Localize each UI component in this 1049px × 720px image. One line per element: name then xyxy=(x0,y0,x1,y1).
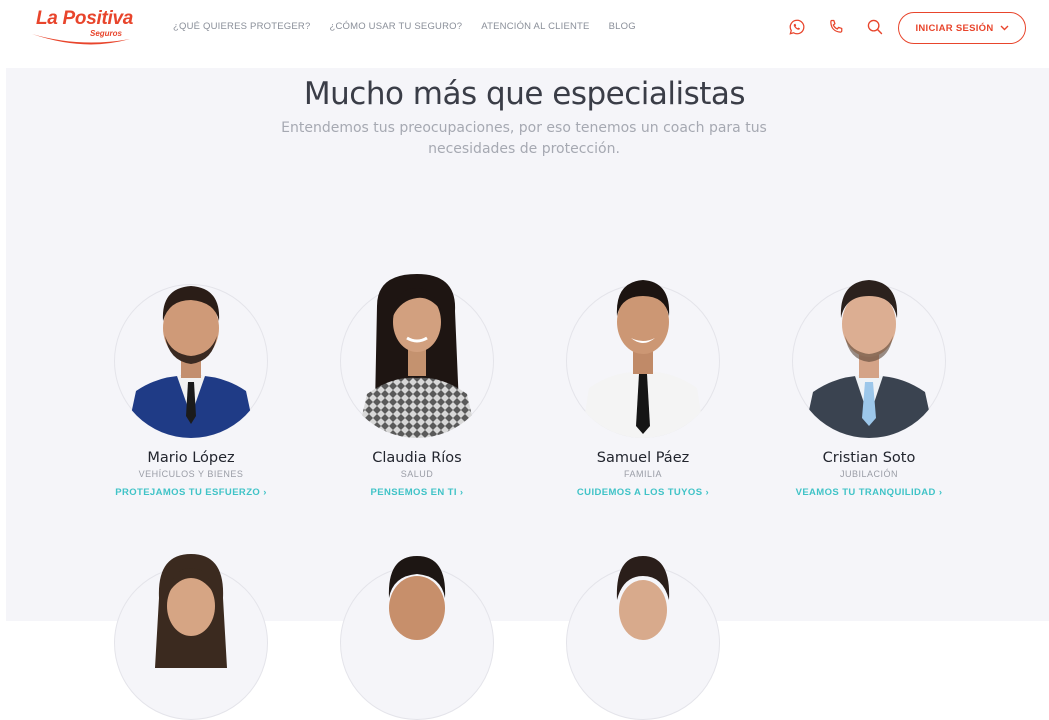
logo-swoosh-icon xyxy=(32,34,130,45)
coach-link[interactable]: PROTEJAMOS TU ESFUERZO › xyxy=(91,487,291,498)
chevron-down-icon xyxy=(1000,25,1009,31)
phone-icon[interactable] xyxy=(827,18,845,36)
coach-avatar xyxy=(111,266,271,438)
section-subtitle: Entendemos tus preocupaciones, por eso t… xyxy=(281,120,767,157)
nav-item-blog[interactable]: BLOG xyxy=(609,21,636,32)
coach-name: Mario López xyxy=(147,450,235,466)
coach-area: SALUD xyxy=(400,469,434,479)
coach-link[interactable]: CUIDEMOS A LOS TUYOS › xyxy=(543,487,743,498)
coach-avatar xyxy=(337,266,497,438)
brand-logo-subtext: Seguros xyxy=(90,29,123,38)
coach-link[interactable]: VEAMOS TU TRANQUILIDAD › xyxy=(769,487,969,498)
brand-logo-text: La Positiva xyxy=(36,8,134,29)
main-nav: ¿QUÉ QUIERES PROTEGER? ¿CÓMO USAR TU SEG… xyxy=(173,21,636,32)
coach-avatar xyxy=(563,548,723,720)
nav-item-atencion[interactable]: ATENCIÓN AL CLIENTE xyxy=(481,21,589,32)
coach-photo-icon xyxy=(357,274,477,438)
brand-logo[interactable]: La Positiva Seguros xyxy=(30,8,140,50)
coach-name: Cristian Soto xyxy=(822,450,916,466)
login-button[interactable]: INICIAR SESIÓN xyxy=(898,12,1026,44)
coach-photo-icon xyxy=(126,286,256,438)
coach-photo-icon xyxy=(803,280,935,438)
coach-card[interactable]: Samuel Páez FAMILIA CUIDEMOS A LOS TUYOS… xyxy=(543,266,743,498)
section-title: Mucho más que especialistas xyxy=(303,76,746,112)
coach-photo-icon xyxy=(388,556,446,640)
coach-photo-icon xyxy=(155,554,227,668)
whatsapp-icon[interactable] xyxy=(788,18,806,36)
coach-name: Samuel Páez xyxy=(596,450,690,466)
coach-avatar xyxy=(337,548,497,720)
coach-area: FAMILIA xyxy=(623,469,662,479)
coach-area: VEHÍCULOS Y BIENES xyxy=(138,469,244,479)
coach-name: Claudia Ríos xyxy=(372,450,462,466)
coach-card[interactable]: Claudia Ríos SALUD PENSEMOS EN TI › xyxy=(317,266,517,498)
coach-card[interactable]: Mario López VEHÍCULOS Y BIENES PROTEJAMO… xyxy=(91,266,291,498)
search-icon[interactable] xyxy=(866,18,884,36)
coach-photo-icon xyxy=(581,280,705,438)
nav-item-que-proteger[interactable]: ¿QUÉ QUIERES PROTEGER? xyxy=(173,21,310,32)
coach-card-partial[interactable] xyxy=(543,548,743,720)
coach-photo-icon xyxy=(616,556,670,640)
coach-area: JUBILACIÓN xyxy=(839,469,898,479)
coach-avatar xyxy=(789,266,949,438)
site-header: La Positiva Seguros ¿QUÉ QUIERES PROTEGE… xyxy=(0,0,1049,62)
coach-card-partial[interactable] xyxy=(91,548,291,720)
coach-avatar xyxy=(563,266,723,438)
coach-card-partial[interactable] xyxy=(317,548,517,720)
coach-avatar xyxy=(111,548,271,720)
coach-card[interactable]: Cristian Soto JUBILACIÓN VEAMOS TU TRANQ… xyxy=(769,266,969,498)
nav-item-como-usar[interactable]: ¿CÓMO USAR TU SEGURO? xyxy=(329,21,462,32)
login-button-label: INICIAR SESIÓN xyxy=(915,22,994,34)
coach-link[interactable]: PENSEMOS EN TI › xyxy=(317,487,517,498)
